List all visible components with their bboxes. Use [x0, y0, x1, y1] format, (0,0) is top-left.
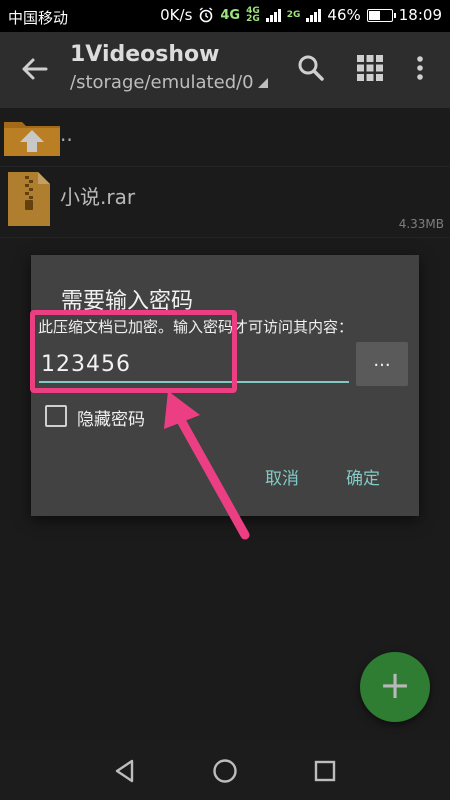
status-bar: 中国移动 0K/s 4G 4G 2G 2G 46% 18:09 [0, 0, 450, 32]
add-fab-button[interactable]: + [360, 652, 430, 722]
plus-icon: + [379, 663, 411, 707]
back-arrow-icon[interactable] [18, 54, 52, 84]
hide-password-label[interactable]: 隐藏密码 [77, 405, 145, 430]
clock: 18:09 [398, 6, 442, 24]
highlight-box [30, 310, 237, 393]
nav-recents-icon[interactable] [310, 756, 340, 786]
browse-button[interactable]: ... [356, 342, 408, 386]
system-nav-bar [0, 740, 450, 800]
dropdown-triangle-icon [257, 78, 268, 88]
app-toolbar: 1Videoshow /storage/emulated/0 [0, 32, 450, 108]
search-icon[interactable] [295, 52, 327, 84]
status-icons: 0K/s 4G 4G 2G 2G 46% 18:09 [160, 6, 442, 24]
carrier-name: 中国移动 [8, 9, 69, 27]
network-type-2g: 2G [286, 10, 301, 20]
signal-icon [265, 8, 281, 22]
network-speed: 0K/s [160, 6, 193, 24]
more-vert-icon[interactable] [408, 52, 432, 84]
network-type-4g: 4G [220, 7, 241, 23]
battery-icon [366, 8, 396, 22]
battery-fill [368, 10, 380, 20]
battery-percent: 46% [327, 6, 361, 24]
nav-back-icon[interactable] [110, 756, 140, 786]
annotation-arrow-icon [164, 391, 250, 540]
ok-button[interactable]: 确定 [346, 464, 380, 489]
cancel-button[interactable]: 取消 [265, 464, 299, 489]
alarm-icon [199, 7, 213, 23]
signal-icon-2 [306, 8, 322, 22]
net-label-2g: 2G [246, 14, 260, 24]
path-selector[interactable]: /storage/emulated/0 [70, 72, 268, 93]
current-path: /storage/emulated/0 [70, 72, 254, 93]
nav-home-icon[interactable] [210, 756, 240, 786]
page-title: 1Videoshow [70, 42, 220, 67]
network-type-dual: 4G 2G [246, 7, 260, 24]
hide-password-checkbox[interactable] [45, 405, 67, 427]
grid-view-icon[interactable] [354, 52, 386, 84]
